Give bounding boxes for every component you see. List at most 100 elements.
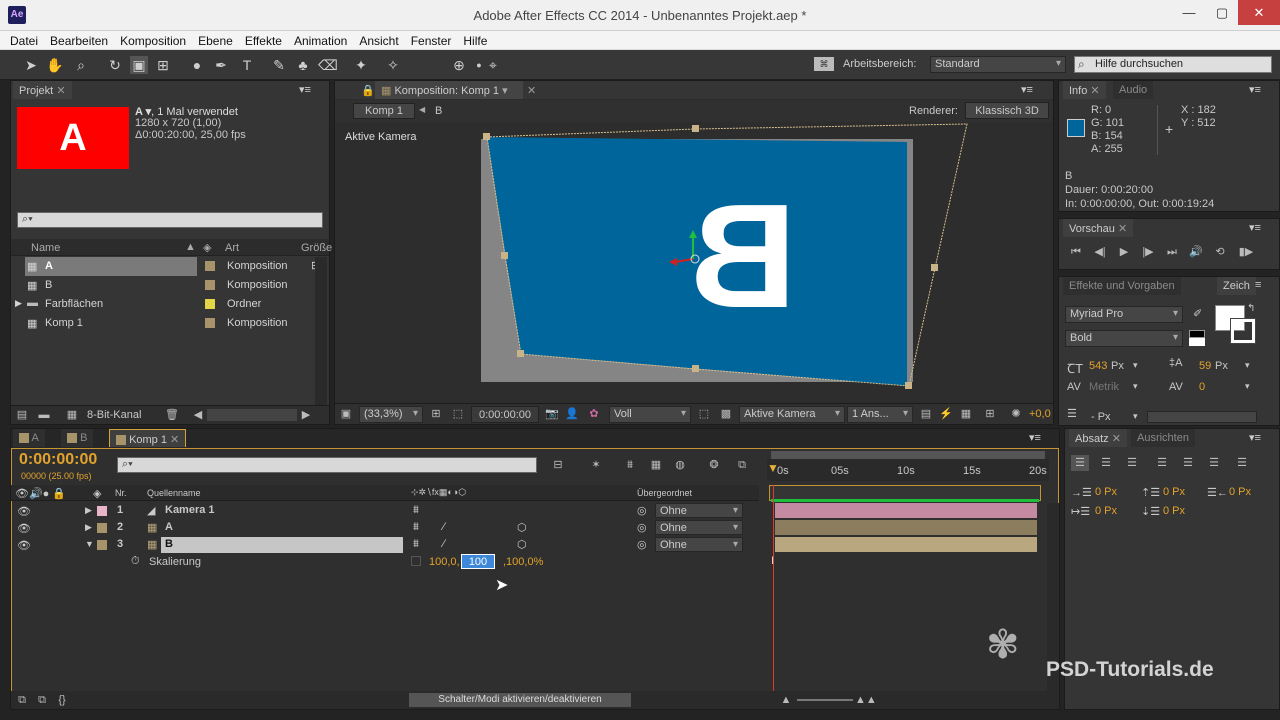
tab-absatz[interactable]: Absatz ✕ — [1069, 429, 1127, 447]
reset-exposure-icon[interactable]: ✺ — [1007, 406, 1025, 422]
menu-komposition[interactable]: Komposition — [114, 31, 192, 48]
panel-menu-icon[interactable]: ▾≡ — [1029, 431, 1041, 444]
mask-visibility-icon[interactable]: ⬚ — [449, 406, 467, 422]
audio-icon[interactable]: 🔊 — [1187, 244, 1205, 260]
puppet-pin-tool-icon[interactable]: ✧ — [384, 56, 402, 74]
brainstorm-icon[interactable]: ❂ — [705, 457, 723, 473]
axis-mode-icon[interactable]: ⊕ — [450, 56, 468, 74]
close-icon[interactable]: ✕ — [1238, 0, 1280, 25]
view-layout-dropdown[interactable]: 1 Ans... — [847, 406, 913, 423]
camera-tool-icon[interactable]: ▣ — [130, 56, 148, 74]
layer-row[interactable]: 👁 ▶ 1 ◢ Kamera 1 ⩩ ◎ Ohne — [11, 503, 759, 520]
tracking-value[interactable]: 0 — [1199, 381, 1205, 393]
label-column-icon[interactable]: ◈ — [203, 241, 211, 254]
tab-effects-presets[interactable]: Effekte und Vorgaben — [1063, 277, 1181, 295]
tab-ausrichten[interactable]: Ausrichten — [1131, 429, 1195, 447]
justify-center-icon[interactable]: ☰ — [1179, 455, 1197, 471]
column-type[interactable]: Art — [225, 242, 239, 254]
grid-icon[interactable]: ⊞ — [427, 406, 445, 422]
white-swatch[interactable] — [1189, 338, 1205, 346]
shy-switch-icon[interactable]: ⩩ — [413, 538, 419, 551]
hand-tool-icon[interactable]: ✋ — [46, 56, 64, 74]
scroll-left-icon[interactable]: ◀ — [189, 407, 207, 423]
tab-character[interactable]: Zeich — [1217, 277, 1256, 295]
3d-layer-icon[interactable]: ⬡ — [517, 538, 527, 551]
sort-icon[interactable]: ▲ — [185, 241, 196, 253]
list-item[interactable]: ▦ B Komposition — [11, 276, 317, 295]
workspace-dropdown[interactable]: Standard — [930, 56, 1066, 73]
hide-shy-layers-icon[interactable]: ⩩ — [621, 457, 639, 473]
eraser-tool-icon[interactable]: ⌫ — [318, 56, 338, 74]
column-name[interactable]: Name — [31, 242, 60, 254]
tab-info[interactable]: Info ✕ — [1063, 81, 1106, 99]
rotate-tool-icon[interactable]: ↻ — [106, 56, 124, 74]
justify-left-icon[interactable]: ☰ — [1153, 455, 1171, 471]
toggle-pixel-aspect-icon[interactable]: ▤ — [917, 406, 935, 422]
visibility-icon[interactable]: 👁 — [17, 505, 31, 518]
stopwatch-icon[interactable]: ⏱ — [131, 555, 140, 568]
maximize-icon[interactable]: ▢ — [1205, 0, 1239, 25]
panel-menu-icon[interactable]: ▾≡ — [1021, 83, 1033, 96]
graph-editor-icon[interactable]: ⧉ — [733, 457, 751, 473]
layer-bar[interactable] — [775, 537, 1037, 552]
tab-audio[interactable]: Audio — [1113, 81, 1154, 99]
justify-all-icon[interactable]: ☰ — [1233, 455, 1251, 471]
tab-vorschau[interactable]: Vorschau ✕ — [1063, 219, 1134, 237]
column-size[interactable]: Größe — [301, 242, 332, 254]
close-tab-icon[interactable]: ✕ — [527, 84, 536, 97]
roto-brush-tool-icon[interactable]: ✦ — [352, 56, 370, 74]
draft-3d-icon[interactable]: ✶ — [587, 457, 605, 473]
dropdown-arrow-icon[interactable]: ▾ — [1133, 360, 1138, 371]
always-preview-icon[interactable]: ▣ — [337, 406, 355, 422]
label-color[interactable] — [97, 506, 107, 516]
pickwhip-icon[interactable]: ◎ — [637, 538, 647, 551]
menu-hilfe[interactable]: Hilfe — [457, 31, 493, 48]
constrain-proportions-icon[interactable] — [411, 556, 421, 566]
zoom-out-icon[interactable]: ▲ — [777, 692, 795, 708]
label-color[interactable] — [205, 280, 215, 290]
layer-row[interactable]: 👁 ▶ 2 ▦ A ⩩ ∕ ⬡ ◎ Ohne — [11, 520, 759, 537]
pickwhip-icon[interactable]: ◎ — [637, 521, 647, 534]
collapse-arrow-icon[interactable]: ▼ — [85, 539, 94, 549]
label-color[interactable] — [205, 299, 215, 309]
interpret-footage-icon[interactable]: ▤ — [13, 407, 31, 423]
in-out-icon[interactable]: {} — [53, 692, 71, 708]
transparency-grid-icon[interactable]: ▩ — [717, 406, 735, 422]
tab-composition[interactable]: ▦ Komposition: Komp 1 ▾ — [375, 81, 523, 99]
layer-row[interactable]: 👁 ▼ 3 ▦ B ⩩ ∕ ⬡ ◎ Ohne — [11, 537, 759, 554]
panel-menu-icon[interactable]: ≡ — [1255, 279, 1261, 291]
menu-datei[interactable]: Datei — [0, 31, 44, 48]
menu-fenster[interactable]: Fenster — [405, 31, 458, 48]
stroke-color-swatch[interactable] — [1230, 318, 1256, 344]
tab-b[interactable]: B — [61, 429, 94, 447]
scroll-right-icon[interactable]: ▶ — [297, 407, 315, 423]
ellipse-tool-icon[interactable]: ● — [188, 56, 206, 74]
label-color[interactable] — [97, 523, 107, 533]
frame-blending-icon[interactable]: ▦ — [647, 457, 665, 473]
list-item[interactable]: ▦ Komp 1 Komposition — [11, 314, 317, 333]
3d-layer-icon[interactable]: ⬡ — [517, 521, 527, 534]
selection-tool-icon[interactable]: ➤ — [22, 56, 40, 74]
stroke-type-dropdown[interactable] — [1147, 411, 1257, 423]
current-time-indicator[interactable] — [773, 485, 774, 709]
minimize-icon[interactable]: — — [1172, 0, 1206, 25]
label-color[interactable] — [205, 261, 215, 271]
black-swatch[interactable] — [1189, 330, 1205, 338]
kerning-value[interactable]: Metrik — [1089, 381, 1119, 393]
viewer-svg[interactable]: B — [335, 122, 1053, 404]
panel-menu-icon[interactable]: ▾≡ — [1249, 431, 1261, 444]
layer-bar[interactable] — [775, 503, 1037, 518]
lock-icon[interactable]: 🔒 — [361, 84, 375, 97]
scale-x-value[interactable]: 100,0, — [429, 556, 460, 568]
panel-menu-icon[interactable]: ▾≡ — [299, 83, 311, 96]
project-search-input[interactable]: ⌕▾ — [17, 212, 323, 228]
zoom-in-icon[interactable]: ▲▲ — [855, 692, 877, 708]
channel-icon[interactable]: ✿ — [585, 406, 603, 422]
current-time[interactable]: 0:00:00:00 — [471, 406, 539, 423]
snapping-icon[interactable]: ⌘ — [814, 57, 834, 71]
expand-arrow-icon[interactable]: ▶ — [85, 522, 92, 533]
clone-stamp-tool-icon[interactable]: ♣ — [294, 56, 312, 74]
menu-bearbeiten[interactable]: Bearbeiten — [44, 31, 114, 48]
show-snapshot-icon[interactable]: 👤 — [563, 406, 581, 422]
layer-bar[interactable] — [775, 520, 1037, 535]
